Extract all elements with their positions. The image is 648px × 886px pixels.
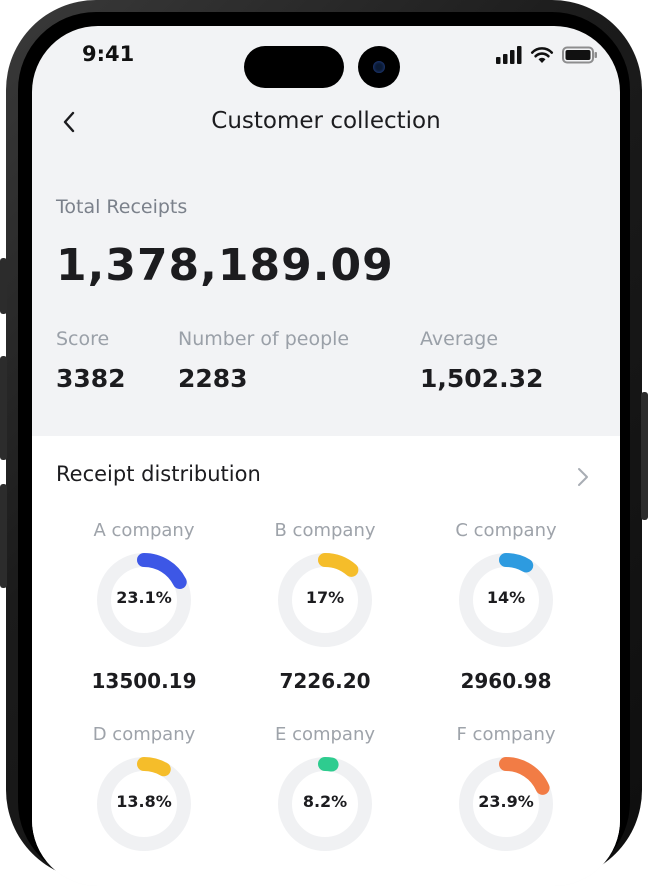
- receipt-distribution-panel: Receipt distribution A company 23.1% 135…: [32, 436, 620, 886]
- power-button: [641, 392, 648, 520]
- volume-up-button: [0, 356, 7, 460]
- stat-label: Number of people: [178, 328, 350, 350]
- stat-value: 2283: [178, 364, 248, 393]
- total-receipts-label: Total Receipts: [56, 196, 188, 218]
- donut-percent: 13.8%: [116, 792, 172, 811]
- company-amount: 7226.20: [279, 669, 371, 693]
- stat-value: 1,502.32: [420, 364, 544, 393]
- company-amount: 2960.98: [460, 669, 552, 693]
- status-icons: [496, 46, 598, 64]
- volume-down-button: [0, 484, 7, 588]
- company-amount: 13500.19: [91, 669, 197, 693]
- company-name: E company: [274, 724, 376, 745]
- dynamic-island: [244, 46, 344, 88]
- chevron-right-icon[interactable]: [576, 466, 590, 488]
- cellular-signal-icon: [496, 46, 522, 64]
- company-item[interactable]: B company 17% 7226.20: [235, 520, 415, 693]
- company-name: B company: [274, 520, 376, 541]
- battery-icon: [562, 46, 597, 64]
- stat-value: 3382: [56, 364, 126, 393]
- donut-percent: 14%: [486, 588, 526, 607]
- donut-chart: 23.1%: [97, 553, 191, 647]
- donut-percent: 23.1%: [116, 588, 172, 607]
- stat-score: Score 3382: [56, 328, 126, 393]
- stat-average: Average 1,502.32: [420, 328, 543, 393]
- company-name: D company: [92, 724, 196, 745]
- stat-label: Average: [420, 328, 499, 350]
- company-name: A company: [93, 520, 195, 541]
- company-item[interactable]: A company 23.1% 13500.19: [54, 520, 234, 693]
- stat-number-of-people: Number of people 2283: [178, 328, 349, 393]
- silent-switch: [0, 258, 7, 314]
- company-item[interactable]: C company 14% 2960.98: [416, 520, 596, 693]
- total-receipts-value: 1,378,189.09: [56, 240, 394, 291]
- status-time: 9:41: [82, 42, 135, 66]
- front-camera: [358, 46, 400, 88]
- donut-percent: 23.9%: [478, 792, 534, 811]
- donut-chart: 8.2%: [278, 757, 372, 851]
- donut-percent: 17%: [305, 588, 345, 607]
- company-name: F company: [456, 724, 556, 745]
- donut-chart: 17%: [278, 553, 372, 647]
- donut-chart: 14%: [459, 553, 553, 647]
- receipt-distribution-title: Receipt distribution: [56, 462, 261, 486]
- company-name: C company: [455, 520, 557, 541]
- donut-chart: 23.9%: [459, 757, 553, 851]
- donut-percent: 8.2%: [302, 792, 348, 811]
- wifi-icon: [530, 47, 554, 63]
- stat-label: Score: [56, 328, 110, 350]
- page-title: Customer collection: [211, 108, 441, 134]
- donut-chart: 13.8%: [97, 757, 191, 851]
- phone-screen: 9:41 Customer collection Total Receipts …: [32, 26, 620, 886]
